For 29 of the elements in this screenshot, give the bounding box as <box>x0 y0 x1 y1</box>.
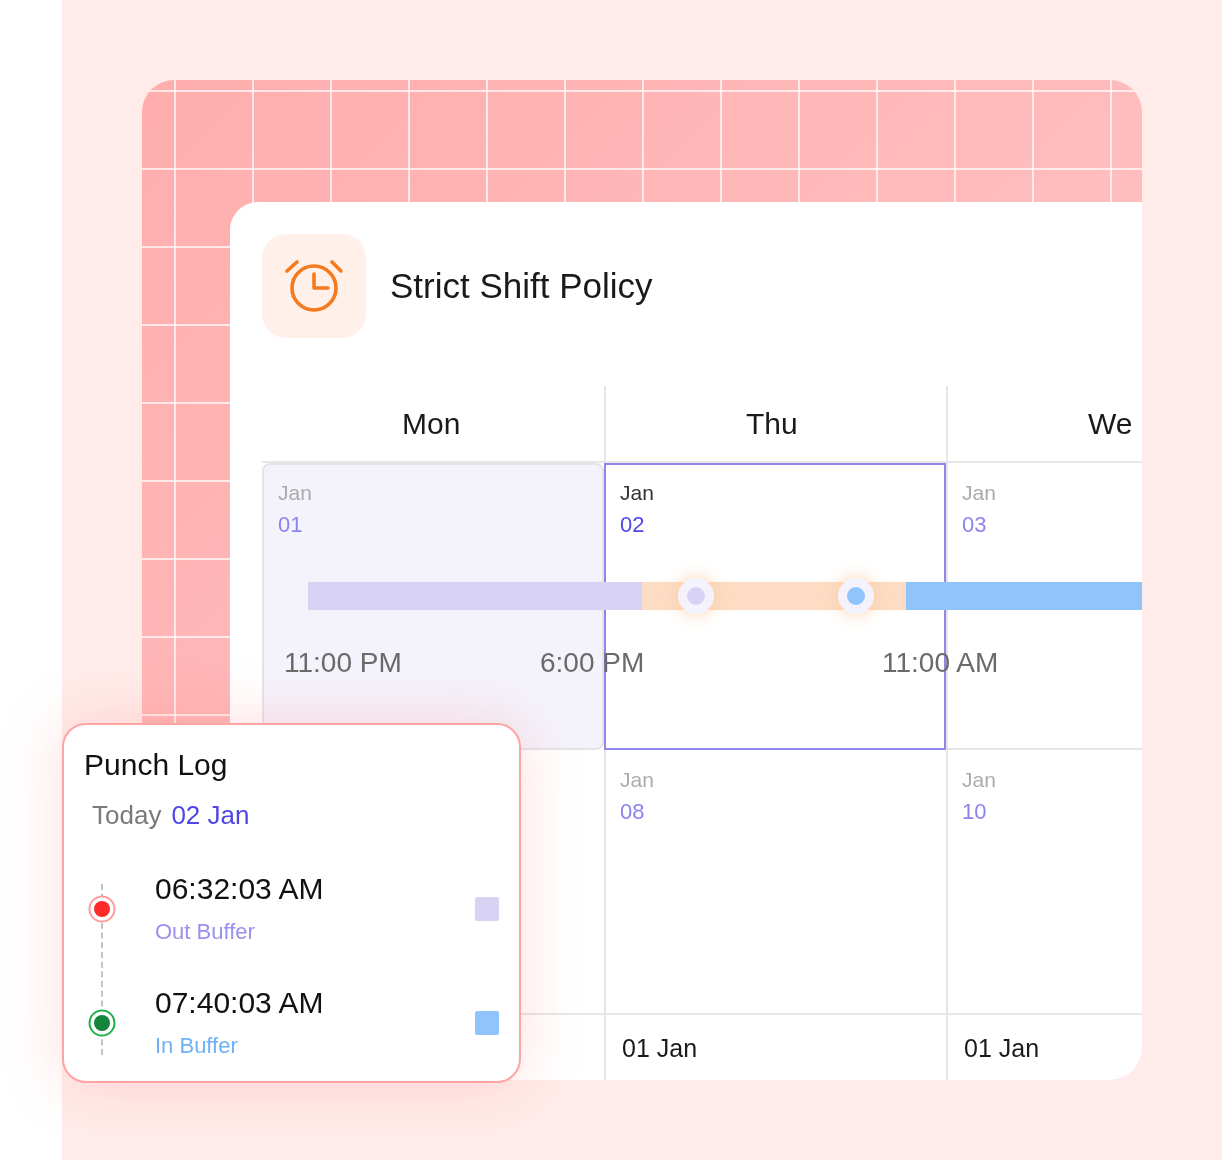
punch-time: 07:40:03 AM <box>155 985 324 1021</box>
month-label: Jan <box>620 767 654 793</box>
policy-title: Strict Shift Policy <box>390 265 653 307</box>
day-number: 02 <box>620 511 645 539</box>
day-number: 01 <box>278 511 303 539</box>
status-dot-icon <box>88 894 116 923</box>
month-label: Jan <box>962 767 996 793</box>
punch-log-title: Punch Log <box>84 747 228 783</box>
day-number: 08 <box>620 798 645 826</box>
today-date: 02 Jan <box>171 799 250 831</box>
day-cell[interactable] <box>946 750 1142 1015</box>
day-number: 03 <box>962 511 987 539</box>
status-dot-icon <box>88 1008 116 1037</box>
day-cell[interactable] <box>604 750 946 1015</box>
month-label: Jan <box>278 480 312 506</box>
day-header: Mon <box>402 405 461 442</box>
date-label: 01 Jan <box>964 1032 1040 1064</box>
punch-type-label: In Buffer <box>155 1032 238 1060</box>
day-number: 10 <box>962 798 987 826</box>
punch-time: 06:32:03 AM <box>155 871 324 907</box>
date-label: 01 Jan <box>622 1032 698 1064</box>
day-header: We <box>1088 405 1133 442</box>
day-header: Thu <box>746 405 798 442</box>
month-label: Jan <box>962 480 996 506</box>
punch-type-label: Out Buffer <box>155 918 255 946</box>
today-label: Today <box>92 799 162 831</box>
month-label: Jan <box>620 480 654 506</box>
alarm-clock-icon <box>262 234 366 338</box>
time-label: 11:00 PM <box>284 646 402 680</box>
